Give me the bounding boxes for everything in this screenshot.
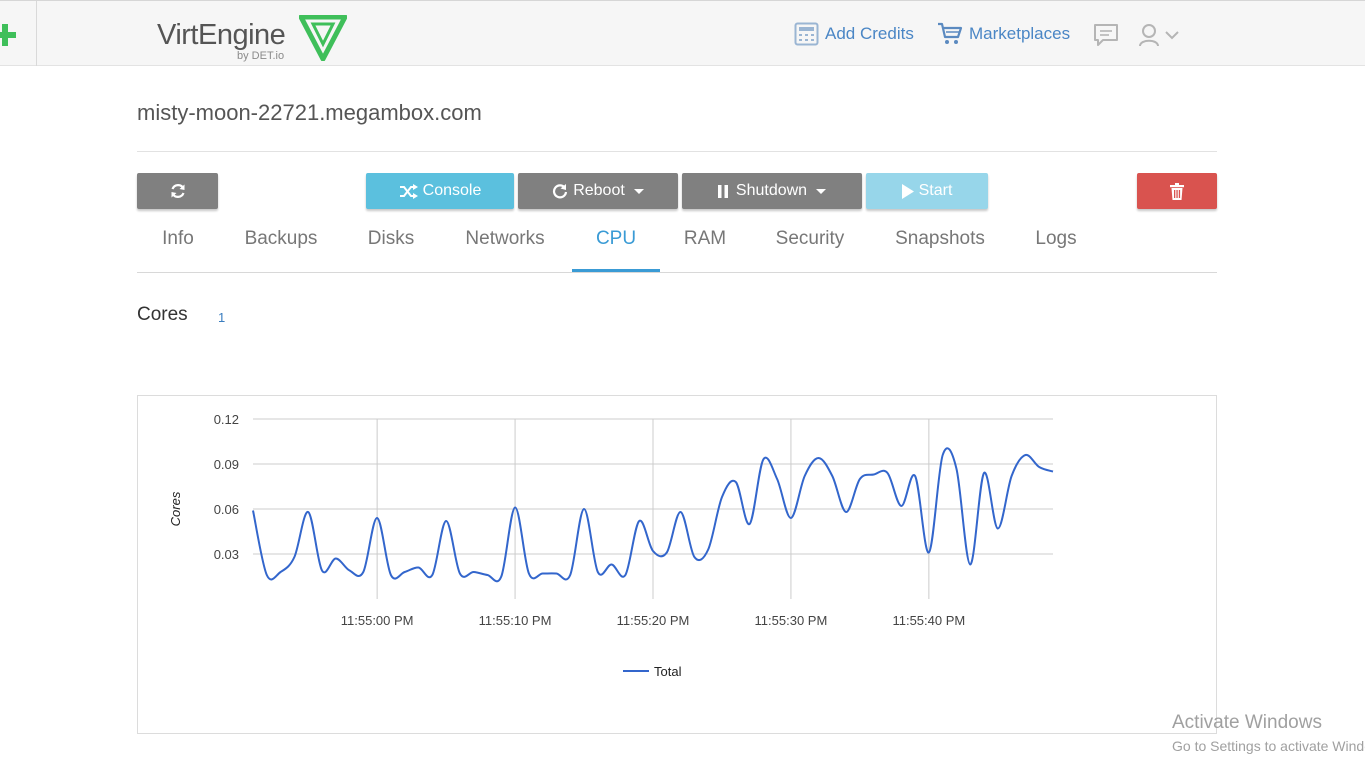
cores-value: 1 <box>218 310 226 325</box>
x-tick-label: 11:55:20 PM <box>617 613 690 628</box>
virtengine-logo[interactable]: VirtEngine by DET.io <box>157 13 357 63</box>
tab-networks[interactable]: Networks <box>455 222 555 272</box>
x-tick-label: 11:55:30 PM <box>755 613 828 628</box>
trash-icon <box>1170 182 1184 200</box>
calculator-icon <box>794 22 819 46</box>
start-label: Start <box>918 182 953 199</box>
tab-ram[interactable]: RAM <box>669 222 741 272</box>
shutdown-label: Shutdown <box>735 182 808 199</box>
y-tick-label: 0.03 <box>214 547 239 562</box>
tab-snapshots[interactable]: Snapshots <box>883 222 997 272</box>
x-tick-label: 11:55:40 PM <box>892 613 965 628</box>
tab-backups[interactable]: Backups <box>232 222 330 272</box>
top-navbar: VirtEngine by DET.io Add Credits Marketp… <box>0 0 1365 66</box>
title-divider <box>137 151 1217 152</box>
message-icon[interactable] <box>1093 23 1119 47</box>
legend-label: Total <box>654 664 682 679</box>
activate-windows-title: Activate Windows <box>1172 712 1322 733</box>
marketplaces-link[interactable]: Marketplaces <box>937 22 1070 46</box>
shutdown-button[interactable]: Shutdown <box>682 173 862 209</box>
refresh-button[interactable] <box>137 173 218 209</box>
logo-triangle-icon <box>299 15 347 61</box>
page-title: misty-moon-22721.megambox.com <box>137 100 482 125</box>
reboot-button[interactable]: Reboot <box>518 173 678 209</box>
logo-subtext: by DET.io <box>237 50 285 62</box>
tab-disks[interactable]: Disks <box>354 222 428 272</box>
plus-icon[interactable] <box>0 1 37 66</box>
tab-cpu[interactable]: CPU <box>572 222 660 272</box>
delete-button[interactable] <box>1137 173 1217 209</box>
tab-logs[interactable]: Logs <box>1021 222 1091 272</box>
shutdown-dropdown-caret-icon <box>816 188 827 194</box>
start-button[interactable]: Start <box>866 173 988 209</box>
y-axis-label: Cores <box>168 491 183 526</box>
y-tick-label: 0.09 <box>214 457 239 472</box>
tab-security[interactable]: Security <box>764 222 856 272</box>
refresh-icon <box>170 184 185 198</box>
console-label: Console <box>422 182 482 199</box>
reboot-label: Reboot <box>573 182 625 199</box>
tabs-divider <box>137 272 1217 273</box>
logo-text: VirtEngine <box>157 19 286 51</box>
cores-label: Cores <box>137 304 188 325</box>
activate-windows-hint: Go to Settings to activate Windows. <box>1172 738 1365 754</box>
console-button[interactable]: Console <box>366 173 514 209</box>
play-icon <box>901 183 914 199</box>
pause-icon <box>717 184 728 198</box>
cart-icon <box>938 22 963 44</box>
y-tick-label: 0.12 <box>214 412 239 427</box>
tab-info[interactable]: Info <box>137 222 219 272</box>
user-icon[interactable] <box>1138 23 1160 47</box>
cpu-line-chart: 0.03 0.06 0.09 0.12 11:55:00 PM 11:55:10 PM 11… <box>168 412 1054 679</box>
shuffle-icon <box>399 183 418 199</box>
marketplaces-label: Marketplaces <box>969 24 1071 43</box>
cpu-chart-panel: 0.03 0.06 0.09 0.12 11:55:00 PM 11:55:10 PM 11… <box>137 395 1217 734</box>
add-credits-label: Add Credits <box>825 24 914 43</box>
x-tick-label: 11:55:00 PM <box>341 613 414 628</box>
chevron-down-icon[interactable] <box>1164 30 1180 40</box>
add-credits-link[interactable]: Add Credits <box>794 22 914 46</box>
reboot-dropdown-caret-icon <box>633 188 644 194</box>
y-tick-label: 0.06 <box>214 502 239 517</box>
reboot-icon <box>553 184 568 199</box>
x-tick-label: 11:55:10 PM <box>479 613 552 628</box>
